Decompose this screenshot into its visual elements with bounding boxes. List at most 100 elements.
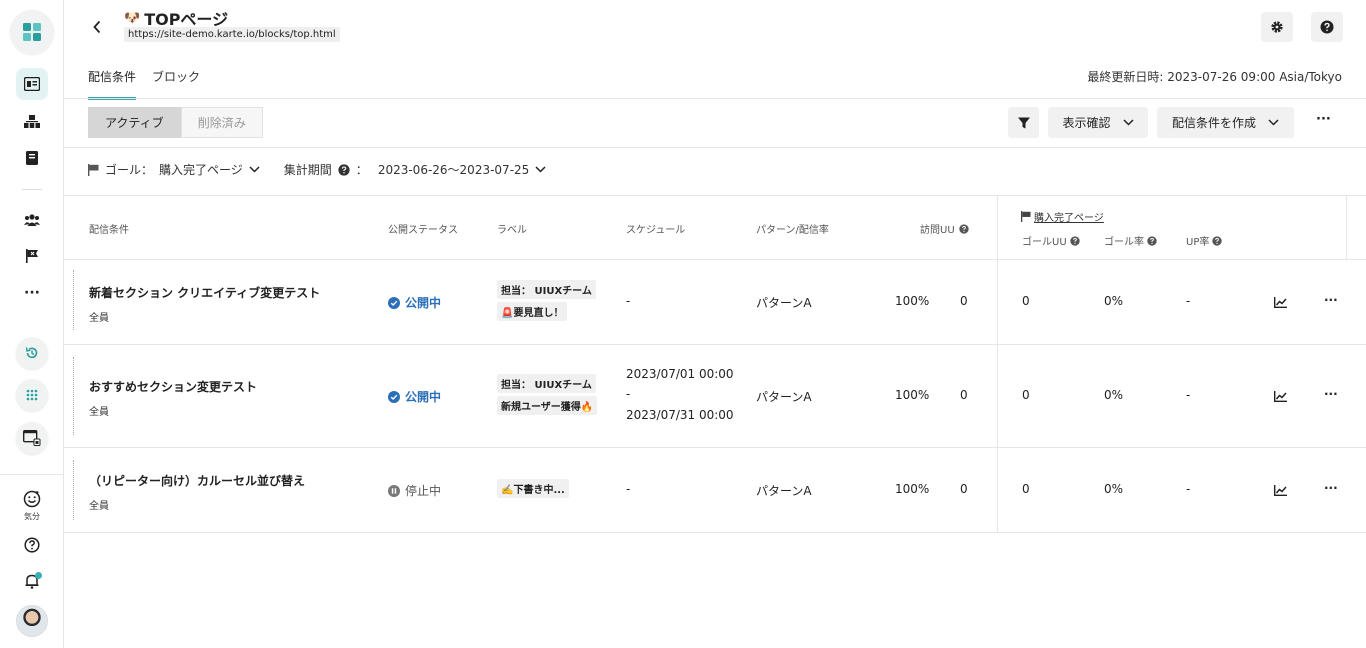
label-tag[interactable]: 🚨要見直し！	[497, 302, 568, 321]
header-pattern[interactable]: パターン/配信率	[756, 221, 829, 236]
condition-name[interactable]: おすすめセクション変更テスト	[89, 378, 257, 395]
header-goal-group[interactable]: 購入完了ページ	[1021, 209, 1104, 224]
status-badge: 公開中	[388, 388, 441, 405]
drag-handle[interactable]	[73, 357, 74, 435]
label-tag[interactable]: ✍️下書き中...	[497, 479, 569, 498]
row-more-button[interactable]: ···	[1324, 481, 1338, 495]
status-badge: 停止中	[388, 482, 441, 499]
header-visit-uu-label: 訪問UU	[920, 225, 955, 236]
goal-uu: 0	[1022, 482, 1030, 496]
check-circle-icon	[388, 296, 400, 309]
create-condition-button[interactable]: 配信条件を作成	[1157, 107, 1294, 138]
mood-label: 気分	[24, 512, 40, 521]
nav-users[interactable]	[16, 204, 48, 236]
header-goal-rate-label: ゴール率	[1104, 237, 1144, 248]
drag-handle[interactable]	[73, 460, 74, 520]
last-updated: 最終更新日時: 2023-07-26 09:00 Asia/Tokyo	[1087, 70, 1342, 84]
period-value[interactable]: 2023-06-26〜2023-07-25	[378, 161, 529, 178]
header-goal-uu-label: ゴールUU	[1022, 237, 1067, 248]
more-horizontal-icon: ···	[24, 285, 40, 301]
goal-rate: 0%	[1104, 388, 1124, 402]
page-url[interactable]: https://site-demo.karte.io/blocks/top.ht…	[124, 27, 340, 42]
visit-uu: 0	[960, 294, 968, 308]
condition-segment: 全員	[89, 501, 109, 512]
condition-name[interactable]: 新着セクション クリエイティブ変更テスト	[89, 284, 320, 301]
visit-uu: 0	[960, 388, 968, 402]
help-filled-icon	[1320, 20, 1334, 34]
nav-guide[interactable]	[16, 142, 48, 174]
chevron-down-icon[interactable]	[249, 166, 260, 173]
report-button[interactable]	[1272, 482, 1288, 498]
help-filled-icon[interactable]	[338, 163, 350, 176]
drag-handle[interactable]	[73, 270, 74, 330]
header-status[interactable]: 公開ステータス	[388, 221, 458, 236]
header-visit-uu[interactable]: 訪問UU	[920, 221, 969, 236]
header-schedule[interactable]: スケジュール	[626, 221, 685, 236]
nav-more[interactable]: ···	[16, 277, 48, 309]
up-rate: -	[1186, 482, 1191, 496]
help-button[interactable]	[1311, 12, 1343, 42]
tab-blocks[interactable]: ブロック	[152, 68, 200, 100]
book-icon	[26, 151, 38, 165]
app-logo[interactable]	[10, 10, 54, 54]
smile-icon	[23, 490, 41, 508]
pattern: パターンA	[756, 390, 812, 404]
report-button[interactable]	[1272, 294, 1288, 310]
column-divider	[997, 196, 998, 532]
header-up-rate[interactable]: UP率	[1186, 233, 1223, 248]
row-more-button[interactable]: ···	[1324, 293, 1338, 307]
column-divider	[1346, 196, 1347, 260]
condition-segment: 全員	[89, 313, 109, 324]
tab-bar: 配信条件 ブロック	[88, 68, 200, 100]
back-button[interactable]	[88, 16, 106, 38]
window-button[interactable]	[16, 422, 48, 454]
nav-blocks[interactable]	[16, 68, 48, 100]
nav-hierarchy[interactable]	[16, 106, 48, 138]
chevron-down-icon[interactable]	[535, 166, 546, 173]
rail-divider-bottom	[0, 474, 63, 475]
apps-grid-icon	[26, 389, 38, 401]
help-filled-icon[interactable]	[1069, 235, 1080, 246]
goal-value[interactable]: 購入完了ページ	[159, 161, 243, 178]
goal-group-label: 購入完了ページ	[1034, 213, 1104, 224]
gear-icon	[1271, 21, 1283, 33]
help-filled-icon[interactable]	[1212, 235, 1223, 246]
header-label[interactable]: ラベル	[497, 221, 527, 236]
filter-icon	[1017, 117, 1030, 128]
toolbar-more-button[interactable]: ···	[1316, 112, 1331, 127]
grid-logo-icon	[23, 23, 41, 41]
filter-button[interactable]	[1008, 107, 1039, 138]
rail-divider	[22, 189, 42, 190]
schedule: -	[626, 482, 631, 496]
tab-conditions[interactable]: 配信条件	[88, 68, 137, 100]
status-text: 停止中	[405, 484, 442, 498]
history-button[interactable]	[16, 337, 48, 369]
help-filled-icon[interactable]	[1147, 235, 1157, 246]
header-goal-rate[interactable]: ゴール率	[1104, 233, 1157, 248]
help-nav-button[interactable]	[16, 529, 48, 561]
segment-deleted[interactable]: 削除済み	[180, 107, 263, 138]
preview-button[interactable]: 表示確認	[1048, 107, 1148, 138]
period-label: 集計期間	[283, 163, 332, 177]
nav-goals[interactable]	[16, 240, 48, 272]
help-filled-icon[interactable]	[958, 223, 969, 234]
segment-active[interactable]: アクティブ	[88, 107, 181, 138]
row-more-button[interactable]: ···	[1324, 387, 1338, 401]
goal-uu: 0	[1022, 388, 1030, 402]
header-goal-uu[interactable]: ゴールUU	[1022, 233, 1080, 248]
label-tag[interactable]: 担当： UIUXチーム	[497, 280, 596, 299]
settings-button[interactable]	[1261, 12, 1293, 42]
label-tag[interactable]: 担当： UIUXチーム	[497, 374, 596, 393]
title-emoji: 🐶	[124, 10, 141, 26]
report-button[interactable]	[1272, 388, 1288, 404]
apps-button[interactable]	[16, 379, 48, 411]
label-tag[interactable]: 新規ユーザー獲得🔥	[497, 396, 598, 415]
schedule-start: 2023/07/01 00:00	[626, 367, 734, 381]
chevron-down-icon	[1268, 119, 1279, 126]
avatar[interactable]	[16, 605, 48, 637]
condition-name[interactable]: （リピーター向け）カルーセル並び替え	[89, 472, 305, 489]
header-condition[interactable]: 配信条件	[89, 221, 129, 236]
mood-button[interactable]	[16, 488, 48, 510]
flag-icon	[88, 163, 99, 176]
notifications-button[interactable]	[16, 565, 48, 597]
